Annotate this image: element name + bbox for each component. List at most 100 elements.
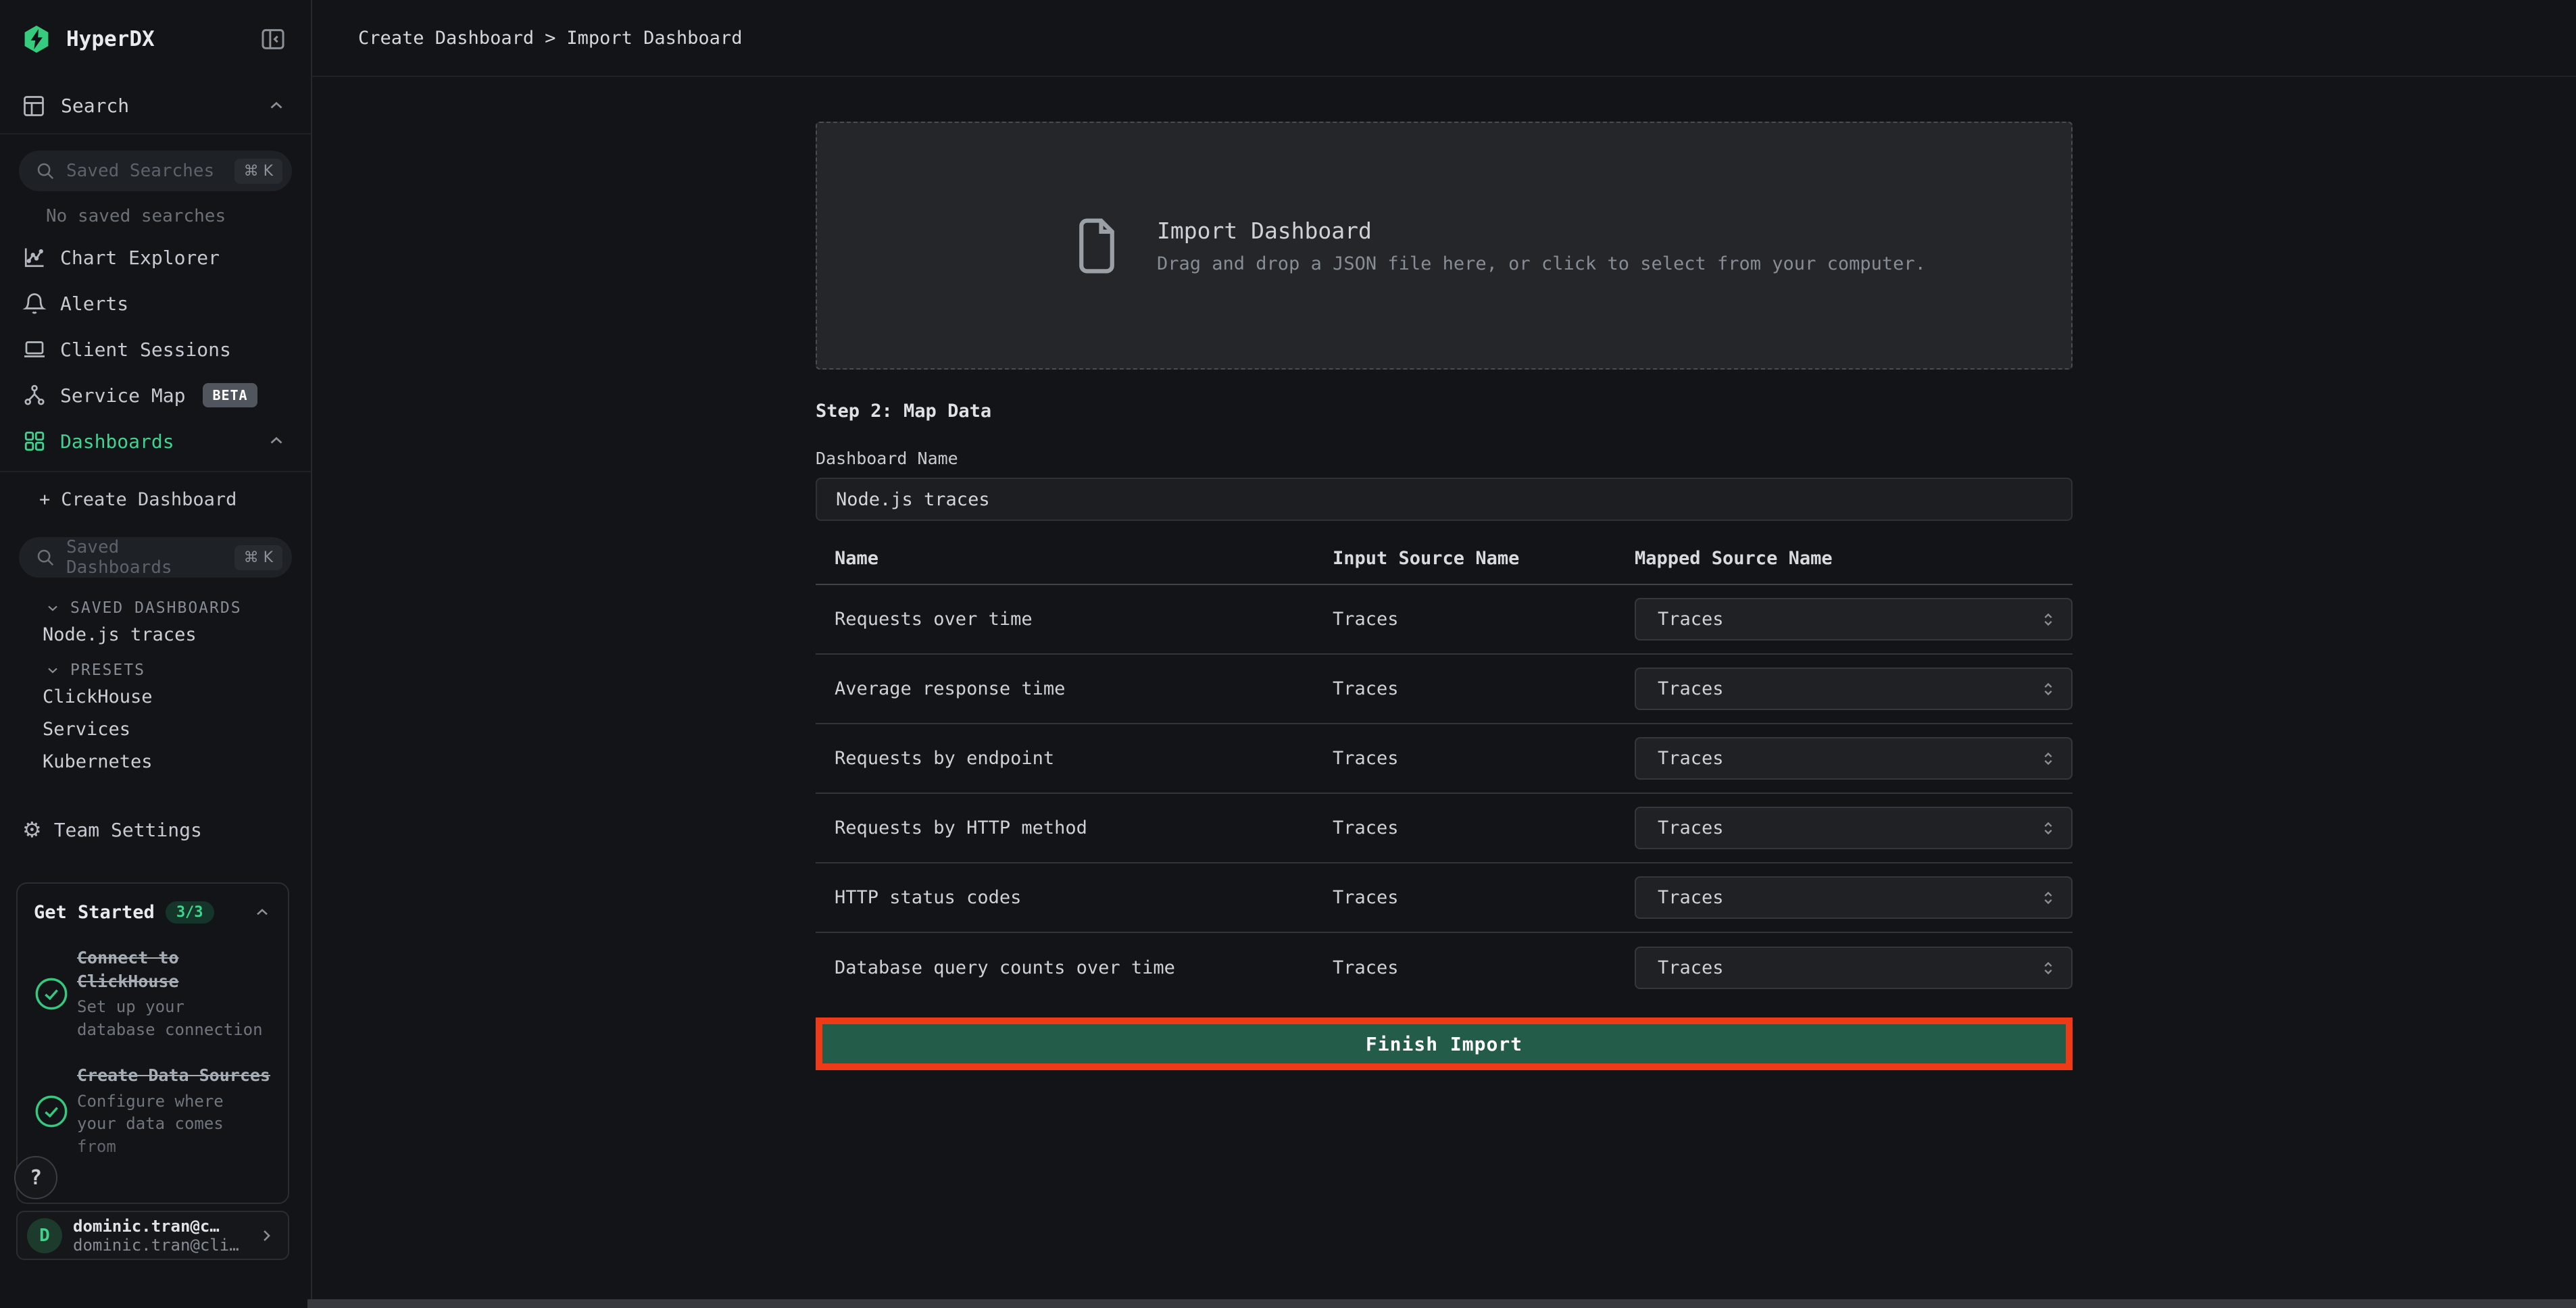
sidebar-item-team-settings[interactable]: ⚙ Team Settings [0, 808, 311, 851]
saved-searches-input[interactable]: Saved Searches ⌘ K [19, 151, 292, 191]
mapping-table: Name Input Source Name Mapped Source Nam… [816, 548, 2073, 1003]
selected-value: Traces [1658, 957, 1724, 978]
create-dashboard-label: Create Dashboard [61, 489, 237, 510]
dashboard-name-label: Dashboard Name [816, 449, 2073, 468]
get-started-item-title: Connect to ClickHouse [77, 947, 272, 993]
breadcrumb-create-dashboard[interactable]: Create Dashboard [358, 28, 534, 49]
sidebar-item-alerts[interactable]: Alerts [0, 280, 311, 326]
help-button[interactable]: ? [14, 1156, 57, 1199]
select-chevrons-icon [2039, 888, 2058, 907]
breadcrumb-import-dashboard[interactable]: Import Dashboard [566, 28, 742, 49]
input-source-cell: Traces [1333, 609, 1635, 630]
saved-dashboards-section-header[interactable]: SAVED DASHBOARDS [0, 598, 311, 618]
table-row: Requests by HTTP method Traces Traces [816, 794, 2073, 863]
mapped-source-select[interactable]: Traces [1635, 737, 2073, 780]
preset-item-services[interactable]: Services [0, 713, 311, 745]
collapse-sidebar-icon[interactable] [259, 26, 287, 53]
laptop-icon [22, 337, 47, 361]
saved-searches-placeholder: Saved Searches [66, 161, 234, 181]
get-started-item-connect-clickhouse[interactable]: Connect to ClickHouse Set up your databa… [34, 947, 272, 1041]
no-saved-searches-text: No saved searches [0, 206, 311, 226]
search-section-icon [22, 94, 46, 118]
presets-section-header[interactable]: PRESETS [0, 660, 311, 680]
check-circle-icon [34, 1064, 77, 1158]
chevron-up-icon[interactable] [253, 903, 272, 922]
get-started-item-desc: Set up your database connection [77, 996, 272, 1041]
get-started-item-texts: Create Data Sources Configure where your… [77, 1064, 272, 1158]
mapped-source-select[interactable]: Traces [1635, 807, 2073, 849]
preset-item-kubernetes[interactable]: Kubernetes [0, 745, 311, 778]
dropzone-title: Import Dashboard [1157, 218, 1926, 244]
select-chevrons-icon [2039, 959, 2058, 978]
sidebar-item-label: Client Sessions [60, 338, 231, 361]
chart-name-cell: Requests by endpoint [816, 748, 1333, 769]
gear-icon: ⚙ [22, 817, 42, 842]
hyperdx-logo-icon [22, 24, 51, 54]
get-started-panel: Get Started 3/3 Connect to ClickHouse Se… [16, 882, 289, 1204]
get-started-header[interactable]: Get Started 3/3 [34, 901, 272, 924]
create-dashboard-button[interactable]: + Create Dashboard [0, 478, 311, 521]
input-source-cell: Traces [1333, 887, 1635, 908]
sidebar-item-service-map[interactable]: Service Map BETA [0, 372, 311, 418]
select-chevrons-icon [2039, 749, 2058, 768]
sidebar-item-dashboards[interactable]: Dashboards [0, 418, 311, 464]
column-header-name: Name [816, 548, 1333, 569]
select-chevrons-icon [2039, 819, 2058, 838]
chart-name-cell: Requests over time [816, 609, 1333, 630]
chart-name-cell: Requests by HTTP method [816, 818, 1333, 838]
search-icon [35, 161, 55, 181]
sidebar-item-label: Dashboards [60, 430, 174, 453]
preset-item-clickhouse[interactable]: ClickHouse [0, 680, 311, 713]
sidebar-item-label: Alerts [60, 293, 128, 315]
get-started-title: Get Started [34, 902, 155, 923]
selected-value: Traces [1658, 887, 1724, 908]
sidebar-item-chart-explorer[interactable]: Chart Explorer [0, 234, 311, 280]
mapped-source-select[interactable]: Traces [1635, 598, 2073, 640]
column-header-mapped-source: Mapped Source Name [1635, 548, 2073, 569]
saved-dashboards-input[interactable]: Saved Dashboards ⌘ K [19, 537, 292, 578]
dropzone-subtitle: Drag and drop a JSON file here, or click… [1157, 253, 1926, 274]
get-started-item-desc: Configure where your data comes from [77, 1090, 272, 1159]
breadcrumb-separator: > [545, 28, 555, 49]
chevron-up-icon[interactable] [266, 431, 287, 451]
avatar: D [27, 1218, 62, 1253]
get-started-item-texts: Connect to ClickHouse Set up your databa… [77, 947, 272, 1041]
table-row: HTTP status codes Traces Traces [816, 863, 2073, 933]
selected-value: Traces [1658, 609, 1724, 630]
table-header-row: Name Input Source Name Mapped Source Nam… [816, 548, 2073, 585]
get-started-item-title: Create Data Sources [77, 1064, 272, 1088]
file-icon [1070, 215, 1123, 277]
service-map-icon [22, 383, 47, 407]
get-started-item-create-data-sources[interactable]: Create Data Sources Configure where your… [34, 1064, 272, 1158]
dashboard-name-input[interactable]: Node.js traces [816, 478, 2073, 521]
sidebar-item-label: Service Map [60, 384, 185, 407]
dropzone-texts: Import Dashboard Drag and drop a JSON fi… [1157, 218, 1926, 274]
chevron-up-icon[interactable] [266, 96, 287, 116]
horizontal-scrollbar[interactable] [307, 1299, 2576, 1308]
chevron-right-icon [257, 1226, 276, 1245]
sidebar-item-client-sessions[interactable]: Client Sessions [0, 326, 311, 372]
dashboards-grid-icon [22, 429, 47, 453]
sidebar-item-search[interactable]: Search [0, 78, 311, 134]
table-row: Database query counts over time Traces T… [816, 933, 2073, 1003]
progress-badge: 3/3 [166, 901, 214, 924]
import-dashboard-content: Import Dashboard Drag and drop a JSON fi… [816, 122, 2073, 1070]
finish-import-button[interactable]: Finish Import [822, 1024, 2066, 1063]
selected-value: Traces [1658, 678, 1724, 699]
user-menu[interactable]: D dominic.tran@c… dominic.tran@cli… [16, 1211, 289, 1260]
check-circle-icon [34, 947, 77, 1041]
input-source-cell: Traces [1333, 818, 1635, 838]
chart-name-cell: Database query counts over time [816, 957, 1333, 978]
saved-dashboard-item-nodejs-traces[interactable]: Node.js traces [0, 618, 311, 651]
chart-name-cell: Average response time [816, 678, 1333, 699]
user-texts: dominic.tran@c… dominic.tran@cli… [73, 1217, 257, 1255]
select-chevrons-icon [2039, 680, 2058, 699]
selected-value: Traces [1658, 748, 1724, 769]
divider [0, 471, 311, 472]
mapped-source-select[interactable]: Traces [1635, 668, 2073, 710]
mapped-source-select[interactable]: Traces [1635, 876, 2073, 919]
selected-value: Traces [1658, 818, 1724, 838]
file-dropzone[interactable]: Import Dashboard Drag and drop a JSON fi… [816, 122, 2073, 370]
logo-row: HyperDX [0, 0, 311, 78]
mapped-source-select[interactable]: Traces [1635, 947, 2073, 989]
